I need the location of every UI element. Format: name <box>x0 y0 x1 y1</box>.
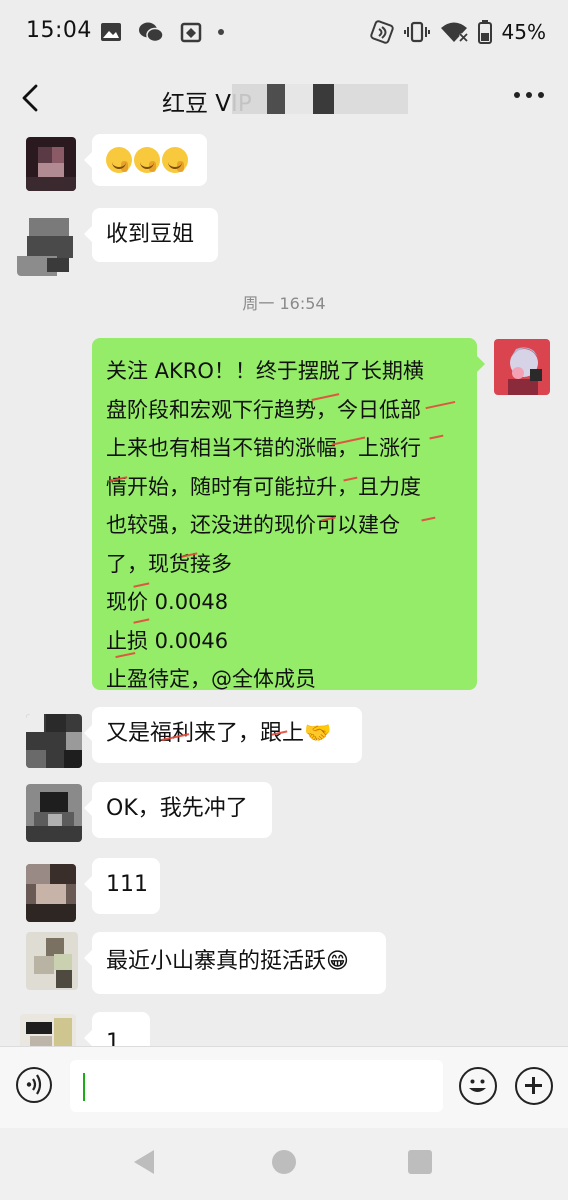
vibrate-icon <box>403 21 430 43</box>
more-options-button[interactable] <box>514 92 544 98</box>
shush-emoji-icon <box>162 147 188 173</box>
avatar[interactable] <box>26 784 82 842</box>
message-text: 收到豆姐 <box>106 222 195 247</box>
nfc-icon <box>369 20 394 44</box>
shush-emoji-icon <box>106 147 132 173</box>
voice-icon <box>26 1074 42 1095</box>
back-button[interactable] <box>14 80 48 116</box>
message-text: 又是福利来了，跟上🤝 <box>106 721 332 746</box>
message-line: 了，现货接多 <box>106 551 232 576</box>
own-message-bubble[interactable]: 关注 AKRO！！终于摆脱了长期横 盘阶段和宏观下行趋势，今日低部 上来也有相当… <box>92 338 485 691</box>
photo-icon <box>101 23 121 41</box>
emoji-button[interactable] <box>459 1067 497 1105</box>
input-bar <box>0 1046 568 1129</box>
message-bubble[interactable] <box>84 134 207 186</box>
text-caret <box>83 1073 85 1101</box>
message-line: 盘阶段和宏观下行趋势，今日低部 <box>106 397 421 422</box>
avatar[interactable] <box>17 218 77 276</box>
title-redaction <box>232 84 408 114</box>
message-line: 现价 0.0048 <box>106 590 229 614</box>
avatar[interactable] <box>20 1014 76 1046</box>
avatar[interactable] <box>26 864 76 922</box>
more-notifications-dot <box>218 29 224 35</box>
message-text: 111 <box>106 872 148 897</box>
nav-back-icon[interactable] <box>134 1150 154 1174</box>
more-actions-button[interactable] <box>515 1067 553 1105</box>
avatar[interactable] <box>26 137 76 191</box>
status-bar: 15:04 45% <box>0 0 568 62</box>
nav-home-icon[interactable] <box>272 1150 296 1174</box>
message-bubble[interactable]: 收到豆姐 <box>84 208 218 262</box>
message-text: 1 <box>106 1030 120 1046</box>
message-bubble[interactable]: 111 <box>84 858 160 914</box>
system-nav-bar <box>0 1128 568 1200</box>
own-avatar[interactable] <box>494 339 550 395</box>
smiley-icon <box>469 1079 486 1092</box>
message-line: 止盈待定，@全体成员 <box>106 667 316 691</box>
message-input[interactable] <box>70 1060 443 1112</box>
battery-percent: 45% <box>501 20 546 44</box>
message-bubble[interactable]: 又是福利来了，跟上🤝 <box>84 707 362 763</box>
shush-emoji-icon <box>134 147 160 173</box>
message-bubble[interactable]: 最近小山寨真的挺活跃😁 <box>84 932 386 994</box>
nav-recents-icon[interactable] <box>408 1150 432 1174</box>
message-line: 关注 AKRO！！终于摆脱了长期横 <box>106 359 424 383</box>
message-bubble[interactable]: OK，我先冲了 <box>84 782 272 838</box>
app-icon <box>180 22 202 43</box>
message-text: 最近小山寨真的挺活跃😁 <box>106 949 349 974</box>
wechat-icon <box>139 22 164 43</box>
avatar[interactable] <box>26 714 82 768</box>
message-line: 情开始，随时有可能拉升，且力度 <box>106 474 421 499</box>
status-time: 15:04 <box>26 18 92 43</box>
message-line: 也较强，还没进的现价可以建仓 <box>106 513 400 537</box>
wifi-icon <box>440 22 468 43</box>
timestamp: 周一 16:54 <box>242 294 326 313</box>
chat-area[interactable]: 收到豆姐 周一 16:54 关注 AKRO！！终于摆脱了长期横 盘阶段和宏观下行… <box>0 134 568 1046</box>
message-line: 止损 0.0046 <box>106 628 229 653</box>
message-bubble[interactable]: 1 <box>84 1012 150 1046</box>
battery-icon <box>477 20 492 44</box>
message-line: 上来也有相当不错的涨幅，上涨行 <box>106 436 421 460</box>
avatar[interactable] <box>26 932 78 990</box>
message-text: OK，我先冲了 <box>106 796 248 821</box>
chat-header: 红豆 VIP <box>0 62 568 134</box>
voice-input-button[interactable] <box>16 1067 52 1103</box>
